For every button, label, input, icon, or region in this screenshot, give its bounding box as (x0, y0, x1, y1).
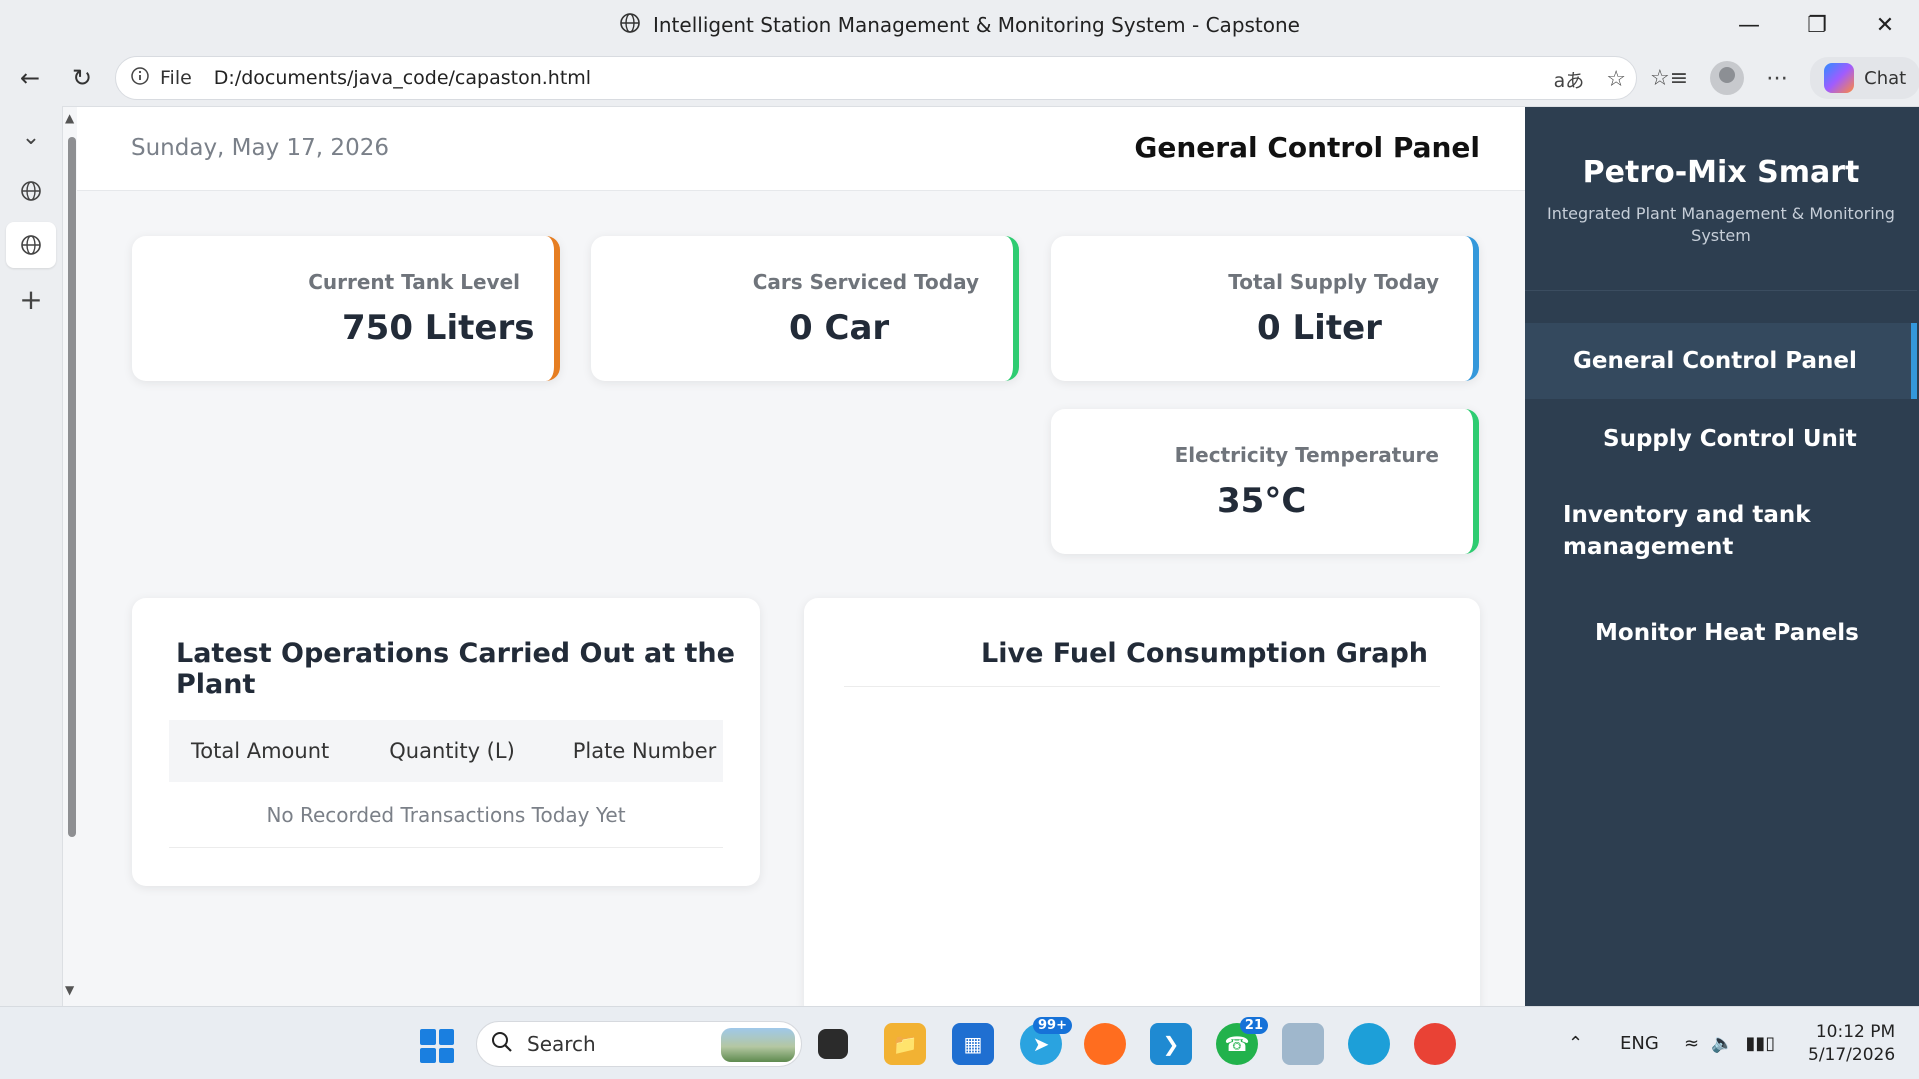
stat-label: Current Tank Level (308, 270, 520, 294)
telegram-badge: 99+ (1033, 1017, 1072, 1034)
stat-value: 0 Liter (1257, 308, 1382, 348)
column-quantity: Quantity (L) (389, 739, 515, 763)
window-title: Intelligent Station Management & Monitor… (652, 13, 1300, 37)
operations-title: Latest Operations Carried Out at the Pla… (176, 638, 735, 700)
windows-start-icon[interactable] (420, 1029, 454, 1063)
stat-card-tank-level: Current Tank Level 750 Liters (132, 236, 560, 381)
vscode-icon[interactable]: ❯ (1150, 1023, 1192, 1065)
back-arrow-icon[interactable]: ← (4, 52, 56, 104)
close-button[interactable]: ✕ (1851, 0, 1919, 50)
active-tab-globe-icon[interactable] (6, 222, 56, 268)
scroll-up-arrow-icon[interactable]: ▲ (65, 111, 74, 125)
refresh-icon[interactable]: ↻ (56, 52, 108, 104)
column-plate-number: Plate Number (572, 739, 717, 763)
latest-operations-card: Latest Operations Carried Out at the Pla… (132, 598, 760, 886)
vertical-tab-strip: ⌄ + (0, 106, 62, 1006)
telegram-icon[interactable]: ➤ 99+ (1020, 1017, 1072, 1065)
graph-title: Live Fuel Consumption Graph (981, 638, 1428, 669)
favorites-icon[interactable]: ☆≡ (1650, 66, 1688, 91)
new-tab-plus-icon[interactable]: + (6, 276, 56, 322)
stat-value: 0 Car (789, 308, 890, 348)
fuel-consumption-graph-card: Live Fuel Consumption Graph (804, 598, 1480, 1006)
address-url[interactable]: D:/documents/java_code/capaston.html (214, 67, 591, 89)
clock-time: 10:12 PM (1815, 1022, 1896, 1042)
profile-avatar[interactable] (1710, 61, 1745, 95)
chrome-icon[interactable] (1414, 1023, 1456, 1065)
current-date: Sunday, May 17, 2026 (131, 135, 389, 161)
scrollbar-thumb[interactable] (68, 137, 76, 837)
whatsapp-badge: 21 (1239, 1017, 1268, 1034)
sidebar-divider (1525, 290, 1917, 291)
sidebar-item-monitor-heat-panels[interactable]: Monitor Heat Panels (1525, 595, 1917, 671)
minimize-button[interactable]: — (1715, 0, 1783, 50)
chat-label: Chat (1864, 67, 1907, 89)
system-tray[interactable]: ≈ 🔈 ▮▮▯ (1684, 1007, 1775, 1079)
wifi-icon[interactable]: ≈ (1684, 1033, 1699, 1054)
scroll-down-arrow-icon[interactable]: ▼ (65, 983, 74, 997)
show-hidden-icons-icon[interactable]: ⌃ (1568, 1007, 1583, 1079)
chat-button[interactable]: Chat (1810, 57, 1919, 99)
stat-card-electricity-temperature: Electricity Temperature 35°C (1051, 409, 1479, 554)
volume-icon[interactable]: 🔈 (1711, 1033, 1733, 1054)
vertical-scrollbar[interactable]: ▲ ▼ (63, 107, 77, 1006)
address-scheme: File (160, 67, 192, 89)
browser-title-bar: Intelligent Station Management & Monitor… (0, 0, 1919, 50)
stat-value: 750 Liters (342, 308, 535, 348)
whatsapp-icon[interactable]: ☎ 21 (1216, 1017, 1268, 1065)
sidebar-item-general-control-panel[interactable]: General Control Panel (1525, 323, 1917, 399)
graph-divider (844, 686, 1440, 687)
browser-toolbar: ← ↻ File D:/documents/java_code/capaston… (0, 50, 1919, 106)
sidebar: Petro-Mix Smart Integrated Plant Managem… (1525, 107, 1919, 1006)
search-icon (491, 1031, 513, 1058)
page-viewport: ▲ ▼ Sunday, May 17, 2026 General Control… (62, 106, 1919, 1006)
language-indicator[interactable]: ENG (1620, 1007, 1659, 1079)
page-header: Sunday, May 17, 2026 General Control Pan… (77, 107, 1525, 191)
stat-card-total-supply: Total Supply Today 0 Liter (1051, 236, 1479, 381)
stat-label: Total Supply Today (1228, 270, 1439, 294)
stat-label: Electricity Temperature (1174, 443, 1439, 467)
battery-icon[interactable]: ▮▮▯ (1746, 1033, 1776, 1054)
favorite-star-icon[interactable]: ☆ (1606, 67, 1626, 92)
address-bar[interactable]: File D:/documents/java_code/capaston.htm… (115, 56, 1637, 100)
info-icon[interactable] (130, 66, 150, 91)
stat-label: Cars Serviced Today (752, 270, 979, 294)
globe-icon (619, 12, 641, 39)
search-placeholder: Search (527, 1032, 596, 1056)
restore-button[interactable]: ❐ (1783, 0, 1851, 50)
stat-card-cars-serviced: Cars Serviced Today 0 Car (591, 236, 1019, 381)
task-view-icon[interactable] (818, 1029, 848, 1059)
more-options-icon[interactable]: ⋯ (1766, 66, 1788, 91)
empty-table-message: No Recorded Transactions Today Yet (169, 782, 723, 848)
system-clock[interactable]: 10:12 PM 5/17/2026 (1808, 1021, 1895, 1067)
sidebar-item-inventory-tank-management[interactable]: Inventory and tank management (1563, 499, 1823, 563)
microsoft-store-icon[interactable]: ▦ (952, 1023, 994, 1065)
edge-browser-icon[interactable] (1348, 1023, 1390, 1065)
stat-value: 35°C (1217, 481, 1307, 521)
firefox-icon[interactable] (1084, 1023, 1126, 1065)
sidebar-item-supply-control-unit[interactable]: Supply Control Unit (1525, 401, 1917, 477)
database-icon[interactable] (1282, 1023, 1324, 1065)
chevron-down-icon[interactable]: ⌄ (6, 114, 56, 160)
taskbar-search[interactable]: Search (476, 1021, 802, 1067)
clock-date: 5/17/2026 (1808, 1045, 1896, 1065)
operations-table-header: Total Amount Quantity (L) Plate Number (169, 720, 723, 782)
brand-subtitle: Integrated Plant Management & Monitoring… (1547, 204, 1895, 245)
copilot-icon (1824, 63, 1855, 93)
brand-title: Petro-Mix Smart (1582, 155, 1860, 190)
tab-globe-icon[interactable] (6, 168, 56, 214)
page-title: General Control Panel (1134, 131, 1480, 164)
windows-taskbar: Search 📁 ▦ ➤ 99+ ❯ ☎ 21 ⌃ ENG ≈ 🔈 ▮▮▯ 10:1… (0, 1006, 1919, 1079)
file-explorer-icon[interactable]: 📁 (884, 1023, 926, 1065)
translate-icon[interactable]: aあ (1554, 66, 1585, 93)
search-highlight-image (721, 1028, 795, 1062)
column-total-amount: Total Amount (191, 739, 330, 763)
